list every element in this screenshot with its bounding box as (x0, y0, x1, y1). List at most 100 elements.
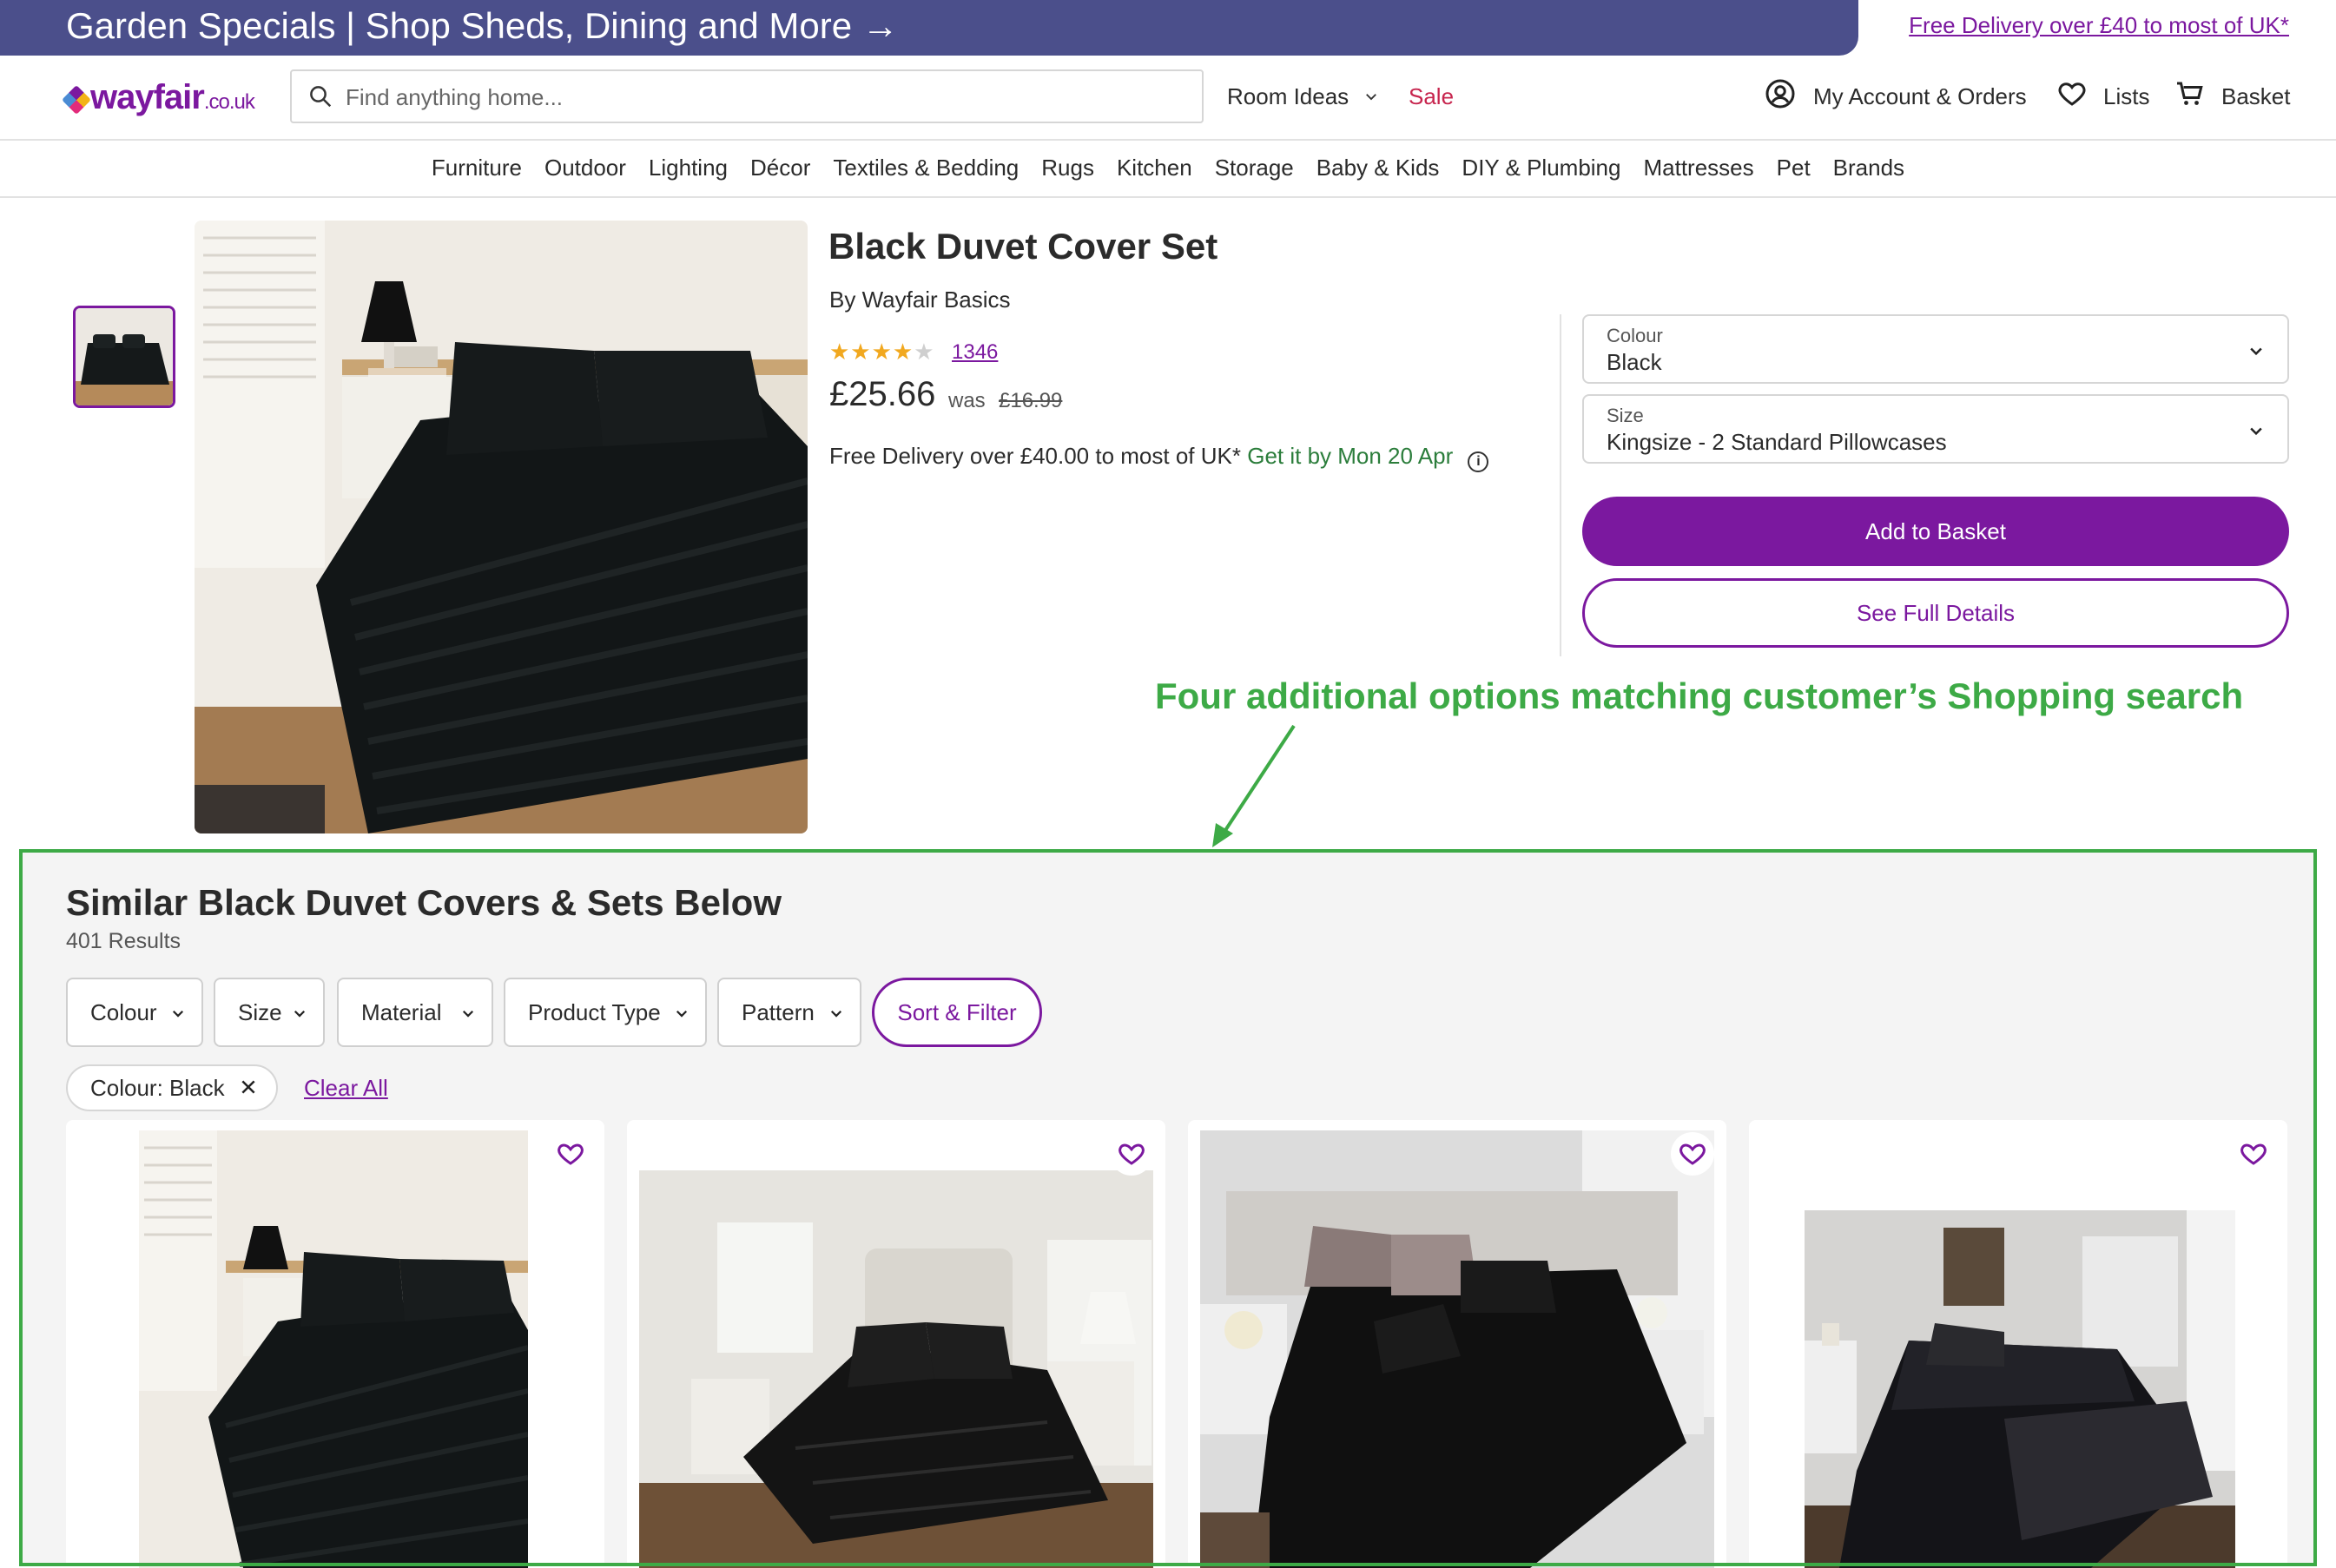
filter-label: Material (361, 999, 442, 1025)
product-card-image (139, 1130, 528, 1568)
filter-product-type-button[interactable]: Product Type (504, 978, 707, 1047)
sort-filter-button[interactable]: Sort & Filter (872, 978, 1042, 1047)
logo-mark-icon (62, 85, 91, 115)
promo-banner[interactable]: Garden Specials | Shop Sheds, Dining and… (0, 0, 1858, 56)
review-count-link[interactable]: 1346 (952, 340, 998, 365)
category-lighting[interactable]: Lighting (649, 155, 728, 196)
star-empty-icon: ★ (914, 339, 935, 365)
product-price: £25.66 (829, 375, 936, 413)
close-icon[interactable] (240, 1078, 257, 1096)
chip-label: Colour: Black (90, 1075, 225, 1101)
favorite-button[interactable] (549, 1132, 592, 1176)
product-card[interactable] (627, 1120, 1165, 1568)
favorite-button[interactable] (1110, 1132, 1153, 1176)
filter-label: Size (238, 999, 282, 1025)
category-brands[interactable]: Brands (1833, 155, 1904, 196)
room-ideas-menu[interactable]: Room Ideas (1227, 83, 1379, 110)
add-to-basket-button[interactable]: Add to Basket (1582, 497, 2289, 566)
product-card-image (1200, 1130, 1714, 1568)
size-select-label: Size (1607, 405, 1644, 426)
category-pet[interactable]: Pet (1777, 155, 1811, 196)
favorite-button[interactable] (2232, 1132, 2275, 1176)
delivery-text: Free Delivery over £40.00 to most of UK* (829, 443, 1241, 469)
delivery-date: Get it by Mon 20 Apr (1247, 443, 1454, 469)
vertical-divider (1560, 314, 1561, 656)
category-baby-kids[interactable]: Baby & Kids (1316, 155, 1440, 196)
delivery-info: Free Delivery over £40.00 to most of UK*… (829, 443, 1489, 472)
was-label: was (948, 389, 986, 412)
category-outdoor[interactable]: Outdoor (544, 155, 626, 196)
product-card[interactable] (1749, 1120, 2287, 1568)
filter-label: Colour (90, 999, 157, 1025)
was-price: £16.99 (999, 389, 1063, 412)
chevron-down-icon (830, 1010, 842, 1018)
active-filter-chip[interactable]: Colour: Black (66, 1064, 278, 1111)
annotation-caption: Four additional options matching custome… (1155, 675, 2244, 716)
account-icon[interactable] (1765, 78, 1796, 109)
see-full-details-button[interactable]: See Full Details (1582, 578, 2289, 648)
colour-select-value: Black (1607, 349, 1662, 375)
info-icon[interactable]: i (1468, 451, 1489, 472)
free-delivery-link[interactable]: Free Delivery over £40 to most of UK* (1909, 12, 2289, 39)
rating-stars[interactable]: ★★★★★ (829, 339, 935, 366)
filter-label: Product Type (528, 999, 661, 1025)
site-header: wayfair.co.uk Room Ideas Sale My Account… (0, 56, 2336, 141)
results-count: 401 Results (66, 929, 181, 953)
colour-select[interactable]: Colour Black (1582, 314, 2289, 384)
annotation-arrow-icon (1212, 724, 1296, 847)
logo-text: wayfair (90, 78, 205, 116)
category-decor[interactable]: Décor (750, 155, 810, 196)
search-input[interactable] (346, 82, 1179, 113)
heart-icon (558, 1143, 584, 1165)
size-select-value: Kingsize - 2 Standard Pillowcases (1607, 429, 1947, 455)
product-card[interactable] (1188, 1120, 1726, 1568)
star-filled-icon: ★★★★ (829, 339, 914, 365)
similar-section-title: Similar Black Duvet Covers & Sets Below (66, 882, 782, 923)
favorite-button[interactable] (1671, 1132, 1714, 1176)
filter-size-button[interactable]: Size (214, 978, 325, 1047)
logo-suffix: .co.uk (203, 90, 255, 114)
product-card[interactable] (66, 1120, 604, 1568)
search-icon (310, 86, 332, 108)
chevron-down-icon (1366, 94, 1377, 101)
product-main-image[interactable] (195, 221, 808, 833)
category-nav: Furniture Outdoor Lighting Décor Textile… (0, 141, 2336, 198)
category-furniture[interactable]: Furniture (432, 155, 522, 196)
colour-select-label: Colour (1607, 325, 1663, 346)
chevron-down-icon (462, 1010, 474, 1018)
product-card-image (1805, 1210, 2235, 1568)
category-rugs[interactable]: Rugs (1041, 155, 1094, 196)
category-textiles-bedding[interactable]: Textiles & Bedding (833, 155, 1019, 196)
basket-icon[interactable] (2174, 78, 2206, 109)
basket-link[interactable]: Basket (2221, 83, 2291, 110)
filter-colour-button[interactable]: Colour (66, 978, 203, 1047)
product-thumbnail[interactable] (73, 306, 175, 408)
account-link[interactable]: My Account & Orders (1813, 83, 2027, 110)
heart-icon (2240, 1143, 2267, 1165)
category-kitchen[interactable]: Kitchen (1117, 155, 1192, 196)
filter-material-button[interactable]: Material (337, 978, 493, 1047)
category-storage[interactable]: Storage (1215, 155, 1294, 196)
sale-link[interactable]: Sale (1409, 83, 1454, 110)
chevron-down-icon (294, 1010, 306, 1018)
heart-icon (1119, 1143, 1145, 1165)
filter-label: Pattern (742, 999, 815, 1025)
filter-pattern-button[interactable]: Pattern (717, 978, 861, 1047)
size-select[interactable]: Size Kingsize - 2 Standard Pillowcases (1582, 394, 2289, 464)
chevron-down-icon (2250, 427, 2262, 436)
product-card-image (639, 1170, 1153, 1568)
chevron-down-icon (2250, 347, 2262, 356)
product-brand[interactable]: By Wayfair Basics (829, 287, 1011, 313)
lists-link[interactable]: Lists (2103, 83, 2149, 110)
product-title: Black Duvet Cover Set (828, 226, 1218, 267)
heart-icon[interactable] (2056, 78, 2088, 109)
chevron-down-icon (172, 1010, 184, 1018)
wayfair-logo[interactable]: wayfair.co.uk (62, 78, 255, 117)
promo-text: Garden Specials | Shop Sheds, Dining and… (66, 5, 853, 46)
heart-icon (1679, 1143, 1706, 1165)
chevron-down-icon (676, 1010, 688, 1018)
category-mattresses[interactable]: Mattresses (1643, 155, 1753, 196)
clear-all-link[interactable]: Clear All (304, 1075, 388, 1102)
category-diy-plumbing[interactable]: DIY & Plumbing (1462, 155, 1620, 196)
search-bar[interactable] (290, 69, 1204, 123)
